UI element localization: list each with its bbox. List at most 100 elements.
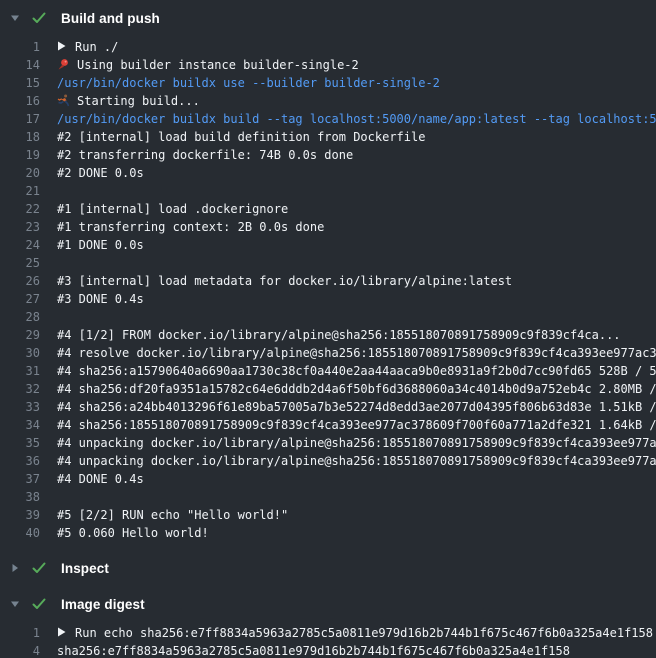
log-text: Run ./ <box>75 40 118 54</box>
line-number[interactable]: 18 <box>0 128 40 146</box>
pushpin-icon <box>57 58 70 74</box>
log-run-line: Run ./ <box>57 38 118 56</box>
line-number[interactable]: 16 <box>0 92 40 110</box>
line-number[interactable]: 1 <box>0 624 40 642</box>
log-output-text: #1 transferring context: 2B 0.0s done <box>57 218 324 236</box>
expand-run-icon[interactable] <box>57 38 66 56</box>
line-number[interactable]: 20 <box>0 164 40 182</box>
expand-run-icon[interactable] <box>57 624 66 642</box>
section-title: Inspect <box>61 561 109 576</box>
line-number[interactable]: 34 <box>0 416 40 434</box>
line-number[interactable]: 1 <box>0 38 40 56</box>
log-text: #4 unpacking docker.io/library/alpine@sh… <box>57 436 656 450</box>
log-line: 22 #1 [internal] load .dockerignore <box>0 200 656 218</box>
log-text: Starting build... <box>77 94 200 108</box>
log-output-text: #4 DONE 0.4s <box>57 470 144 488</box>
log-line: 20 #2 DONE 0.0s <box>0 164 656 182</box>
line-number[interactable]: 31 <box>0 362 40 380</box>
log-line: 35 #4 unpacking docker.io/library/alpine@… <box>0 434 656 452</box>
check-icon <box>31 10 47 26</box>
log-line: 28 <box>0 308 656 326</box>
log-line: 38 <box>0 488 656 506</box>
log-text: #2 DONE 0.0s <box>57 166 144 180</box>
log-command-text: /usr/bin/docker buildx build --tag local… <box>57 110 656 128</box>
log-output-text: #4 sha256:a15790640a6690aa1730c38cf0a440… <box>57 362 656 380</box>
section-header-build-and-push[interactable]: Build and push <box>0 0 656 36</box>
log-output-text: Using builder instance builder-single-2 <box>57 56 359 74</box>
line-number[interactable]: 24 <box>0 236 40 254</box>
log-text: #5 0.060 Hello world! <box>57 526 209 540</box>
line-number[interactable]: 37 <box>0 470 40 488</box>
line-number[interactable]: 15 <box>0 74 40 92</box>
log-line: 21 <box>0 182 656 200</box>
log-line: 23 #1 transferring context: 2B 0.0s done <box>0 218 656 236</box>
line-number[interactable]: 35 <box>0 434 40 452</box>
log-output-text: #5 0.060 Hello world! <box>57 524 209 542</box>
log-line: 29 #4 [1/2] FROM docker.io/library/alpine… <box>0 326 656 344</box>
chevron-down-icon[interactable] <box>10 13 20 23</box>
section-title: Image digest <box>61 597 145 612</box>
log-output-text: #4 unpacking docker.io/library/alpine@sh… <box>57 434 656 452</box>
log-text: #1 DONE 0.0s <box>57 238 144 252</box>
log-line: 25 <box>0 254 656 272</box>
line-number[interactable]: 39 <box>0 506 40 524</box>
line-number[interactable]: 33 <box>0 398 40 416</box>
line-number[interactable]: 21 <box>0 182 40 200</box>
log-text: #4 [1/2] FROM docker.io/library/alpine@s… <box>57 328 621 342</box>
line-number[interactable]: 22 <box>0 200 40 218</box>
log-section-image-digest: Image digest 1 Run echo sha256:e7ff8834a59… <box>0 586 656 658</box>
log-output-text: #3 [internal] load metadata for docker.i… <box>57 272 512 290</box>
chevron-right-icon[interactable] <box>10 563 20 573</box>
log-line: 15/usr/bin/docker buildx use --builder b… <box>0 74 656 92</box>
line-number[interactable]: 25 <box>0 254 40 272</box>
log-text: /usr/bin/docker buildx build --tag local… <box>57 112 656 126</box>
section-title: Build and push <box>61 11 160 26</box>
line-number[interactable]: 30 <box>0 344 40 362</box>
line-number[interactable]: 38 <box>0 488 40 506</box>
chevron-down-icon[interactable] <box>10 599 20 609</box>
log-text: #2 [internal] load build definition from… <box>57 130 425 144</box>
line-number[interactable]: 28 <box>0 308 40 326</box>
log-line: 1 Run ./ <box>0 38 656 56</box>
line-number[interactable]: 14 <box>0 56 40 74</box>
log-output-text: #4 [1/2] FROM docker.io/library/alpine@s… <box>57 326 621 344</box>
check-icon <box>31 596 47 612</box>
line-number[interactable]: 4 <box>0 642 40 658</box>
log-lines: 1 Run echo sha256:e7ff8834a5963a2785c5a08… <box>0 622 656 658</box>
log-line: 18 #2 [internal] load build definition fr… <box>0 128 656 146</box>
line-number[interactable]: 27 <box>0 290 40 308</box>
log-output-text: #4 sha256:df20fa9351a15782c64e6dddb2d4a6… <box>57 380 656 398</box>
log-text: #2 transferring dockerfile: 74B 0.0s don… <box>57 148 353 162</box>
log-line: 17/usr/bin/docker buildx build --tag loc… <box>0 110 656 128</box>
workflow-log-viewer: Build and push1Run ./14Using builder ins… <box>0 0 656 658</box>
log-text: #4 sha256:a24bb4013296f61e89ba57005a7b3e… <box>57 400 656 414</box>
log-text: sha256:e7ff8834a5963a2785c5a0811e979d16b… <box>57 644 570 658</box>
section-header-image-digest[interactable]: Image digest <box>0 586 656 622</box>
log-text: #4 unpacking docker.io/library/alpine@sh… <box>57 454 656 468</box>
log-lines: 1 Run ./ 14 Using builder instance builder-… <box>0 36 656 550</box>
log-output-text: #3 DONE 0.4s <box>57 290 144 308</box>
line-number[interactable]: 40 <box>0 524 40 542</box>
log-output-text: #4 sha256:185518070891758909c9f839cf4ca3… <box>57 416 656 434</box>
log-output-text: #2 transferring dockerfile: 74B 0.0s don… <box>57 146 353 164</box>
log-line: 37 #4 DONE 0.4s <box>0 470 656 488</box>
log-text: /usr/bin/docker buildx use --builder bui… <box>57 76 440 90</box>
check-icon <box>31 560 47 576</box>
line-number[interactable]: 32 <box>0 380 40 398</box>
line-number[interactable]: 29 <box>0 326 40 344</box>
section-header-inspect[interactable]: Inspect <box>0 550 656 586</box>
log-output-text: #4 resolve docker.io/library/alpine@sha2… <box>57 344 656 362</box>
log-text: #4 DONE 0.4s <box>57 472 144 486</box>
line-number[interactable]: 19 <box>0 146 40 164</box>
line-number[interactable]: 17 <box>0 110 40 128</box>
log-output-text: #1 [internal] load .dockerignore <box>57 200 288 218</box>
log-line: 19 #2 transferring dockerfile: 74B 0.0s d… <box>0 146 656 164</box>
log-line: 30 #4 resolve docker.io/library/alpine@sh… <box>0 344 656 362</box>
line-number[interactable]: 36 <box>0 452 40 470</box>
log-run-line: Run echo sha256:e7ff8834a5963a2785c5a081… <box>57 624 653 642</box>
line-number[interactable]: 23 <box>0 218 40 236</box>
line-number[interactable]: 26 <box>0 272 40 290</box>
log-text: #4 sha256:185518070891758909c9f839cf4ca3… <box>57 418 656 432</box>
log-line: 16 Starting build... <box>0 92 656 110</box>
log-output-text: #4 unpacking docker.io/library/alpine@sh… <box>57 452 656 470</box>
